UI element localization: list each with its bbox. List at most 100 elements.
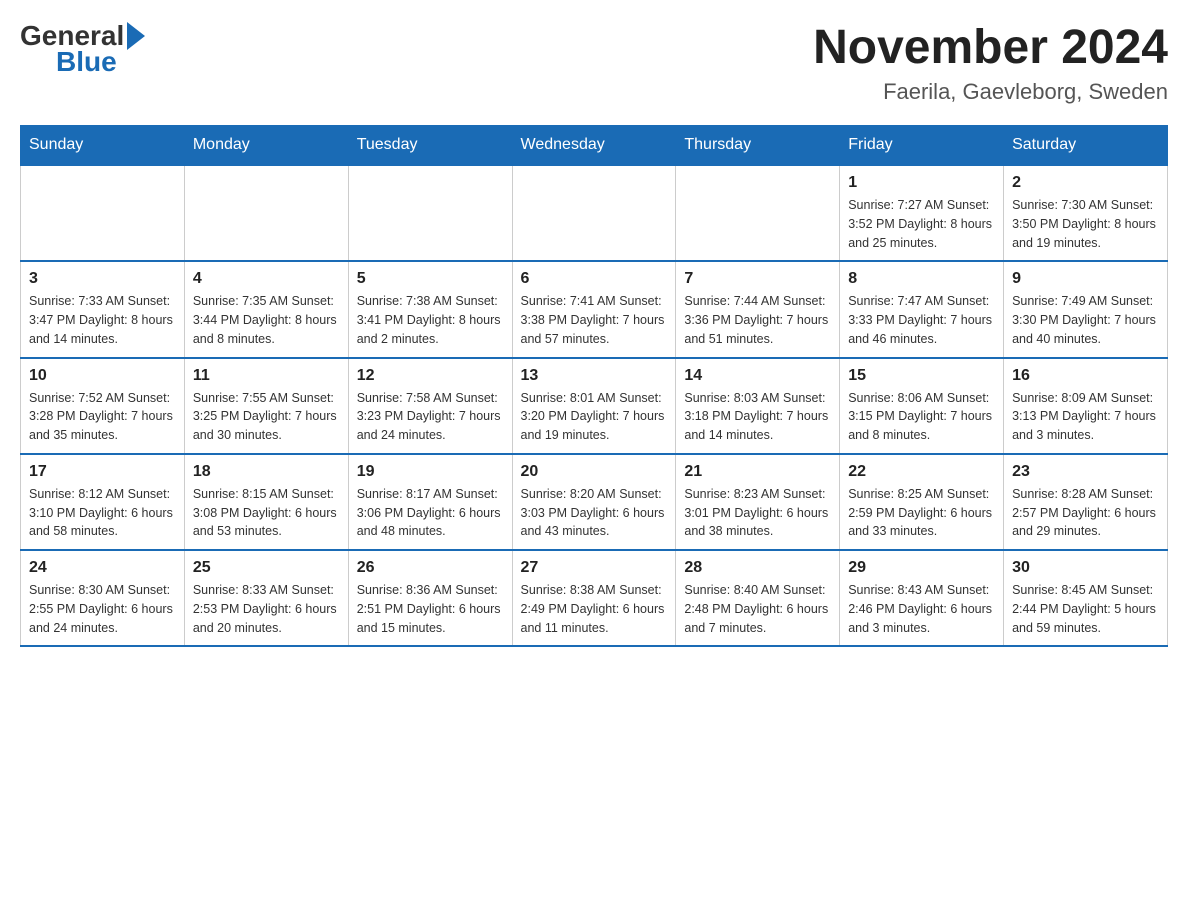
calendar-cell: 25 Sunrise: 8:33 AM Sunset: 2:53 PM Dayli… — [184, 550, 348, 646]
day-info: Sunrise: 7:30 AM Sunset: 3:50 PM Dayligh… — [1012, 196, 1159, 252]
calendar-cell: 16Sunrise: 8:09 AM Sunset: 3:13 PM Dayli… — [1004, 358, 1168, 454]
day-info: Sunrise: 8:33 AM Sunset: 2:53 PM Dayligh… — [193, 581, 340, 637]
calendar-cell: 3 Sunrise: 7:33 AM Sunset: 3:47 PM Daylig… — [21, 261, 185, 357]
calendar-cell: 23 Sunrise: 8:28 AM Sunset: 2:57 PM Dayli… — [1004, 454, 1168, 550]
day-number: 6 — [521, 270, 668, 288]
calendar-cell: 15Sunrise: 8:06 AM Sunset: 3:15 PM Dayli… — [840, 358, 1004, 454]
calendar-week-row: 10 Sunrise: 7:52 AM Sunset: 3:28 PM Dayli… — [21, 358, 1168, 454]
day-number: 18 — [193, 463, 340, 481]
day-number: 19 — [357, 463, 504, 481]
page-header: General Blue November 2024 Faerila, Gaev… — [20, 20, 1168, 105]
day-number: 13 — [521, 367, 668, 385]
day-number: 26 — [357, 559, 504, 577]
calendar-cell: 20 Sunrise: 8:20 AM Sunset: 3:03 PM Dayli… — [512, 454, 676, 550]
calendar-cell: 17Sunrise: 8:12 AM Sunset: 3:10 PM Dayli… — [21, 454, 185, 550]
day-number: 20 — [521, 463, 668, 481]
day-info: Sunrise: 8:09 AM Sunset: 3:13 PM Dayligh… — [1012, 389, 1159, 445]
day-info: Sunrise: 7:33 AM Sunset: 3:47 PM Dayligh… — [29, 292, 176, 348]
day-info: Sunrise: 7:58 AM Sunset: 3:23 PM Dayligh… — [357, 389, 504, 445]
calendar-cell — [512, 165, 676, 261]
calendar-week-row: 1Sunrise: 7:27 AM Sunset: 3:52 PM Daylig… — [21, 165, 1168, 261]
location-subtitle: Faerila, Gaevleborg, Sweden — [813, 79, 1168, 105]
weekday-header-monday: Monday — [184, 126, 348, 166]
day-info: Sunrise: 8:30 AM Sunset: 2:55 PM Dayligh… — [29, 581, 176, 637]
calendar-cell — [676, 165, 840, 261]
day-number: 4 — [193, 270, 340, 288]
calendar-cell — [21, 165, 185, 261]
day-info: Sunrise: 8:17 AM Sunset: 3:06 PM Dayligh… — [357, 485, 504, 541]
calendar-cell — [348, 165, 512, 261]
calendar-cell: 24Sunrise: 8:30 AM Sunset: 2:55 PM Dayli… — [21, 550, 185, 646]
calendar-cell: 12 Sunrise: 7:58 AM Sunset: 3:23 PM Dayli… — [348, 358, 512, 454]
calendar-cell — [184, 165, 348, 261]
calendar-cell: 19 Sunrise: 8:17 AM Sunset: 3:06 PM Dayli… — [348, 454, 512, 550]
day-number: 27 — [521, 559, 668, 577]
calendar-week-row: 3 Sunrise: 7:33 AM Sunset: 3:47 PM Daylig… — [21, 261, 1168, 357]
day-info: Sunrise: 8:36 AM Sunset: 2:51 PM Dayligh… — [357, 581, 504, 637]
day-number: 23 — [1012, 463, 1159, 481]
calendar-week-row: 24Sunrise: 8:30 AM Sunset: 2:55 PM Dayli… — [21, 550, 1168, 646]
title-block: November 2024 Faerila, Gaevleborg, Swede… — [813, 20, 1168, 105]
calendar-cell: 27 Sunrise: 8:38 AM Sunset: 2:49 PM Dayli… — [512, 550, 676, 646]
weekday-header-friday: Friday — [840, 126, 1004, 166]
day-info: Sunrise: 8:38 AM Sunset: 2:49 PM Dayligh… — [521, 581, 668, 637]
day-number: 8 — [848, 270, 995, 288]
calendar-week-row: 17Sunrise: 8:12 AM Sunset: 3:10 PM Dayli… — [21, 454, 1168, 550]
day-info: Sunrise: 8:15 AM Sunset: 3:08 PM Dayligh… — [193, 485, 340, 541]
day-number: 15 — [848, 367, 995, 385]
day-info: Sunrise: 7:55 AM Sunset: 3:25 PM Dayligh… — [193, 389, 340, 445]
calendar-cell: 14 Sunrise: 8:03 AM Sunset: 3:18 PM Dayli… — [676, 358, 840, 454]
day-info: Sunrise: 8:28 AM Sunset: 2:57 PM Dayligh… — [1012, 485, 1159, 541]
day-info: Sunrise: 8:20 AM Sunset: 3:03 PM Dayligh… — [521, 485, 668, 541]
day-number: 14 — [684, 367, 831, 385]
day-number: 30 — [1012, 559, 1159, 577]
day-info: Sunrise: 7:41 AM Sunset: 3:38 PM Dayligh… — [521, 292, 668, 348]
calendar-cell: 26 Sunrise: 8:36 AM Sunset: 2:51 PM Dayli… — [348, 550, 512, 646]
day-number: 10 — [29, 367, 176, 385]
day-info: Sunrise: 7:35 AM Sunset: 3:44 PM Dayligh… — [193, 292, 340, 348]
calendar-cell: 1Sunrise: 7:27 AM Sunset: 3:52 PM Daylig… — [840, 165, 1004, 261]
day-number: 1 — [848, 174, 995, 192]
calendar-cell: 8Sunrise: 7:47 AM Sunset: 3:33 PM Daylig… — [840, 261, 1004, 357]
logo-blue-text: Blue — [56, 46, 117, 78]
calendar-cell: 21 Sunrise: 8:23 AM Sunset: 3:01 PM Dayli… — [676, 454, 840, 550]
calendar-table: SundayMondayTuesdayWednesdayThursdayFrid… — [20, 125, 1168, 647]
day-info: Sunrise: 8:23 AM Sunset: 3:01 PM Dayligh… — [684, 485, 831, 541]
calendar-cell: 29 Sunrise: 8:43 AM Sunset: 2:46 PM Dayli… — [840, 550, 1004, 646]
calendar-cell: 9 Sunrise: 7:49 AM Sunset: 3:30 PM Daylig… — [1004, 261, 1168, 357]
calendar-cell: 22Sunrise: 8:25 AM Sunset: 2:59 PM Dayli… — [840, 454, 1004, 550]
day-info: Sunrise: 8:43 AM Sunset: 2:46 PM Dayligh… — [848, 581, 995, 637]
weekday-header-sunday: Sunday — [21, 126, 185, 166]
weekday-header-tuesday: Tuesday — [348, 126, 512, 166]
month-year-title: November 2024 — [813, 20, 1168, 75]
weekday-header-saturday: Saturday — [1004, 126, 1168, 166]
day-number: 25 — [193, 559, 340, 577]
day-number: 11 — [193, 367, 340, 385]
day-info: Sunrise: 7:38 AM Sunset: 3:41 PM Dayligh… — [357, 292, 504, 348]
calendar-cell: 28Sunrise: 8:40 AM Sunset: 2:48 PM Dayli… — [676, 550, 840, 646]
logo: General Blue — [20, 20, 145, 78]
day-number: 21 — [684, 463, 831, 481]
day-info: Sunrise: 8:45 AM Sunset: 2:44 PM Dayligh… — [1012, 581, 1159, 637]
day-number: 2 — [1012, 174, 1159, 192]
calendar-cell: 6 Sunrise: 7:41 AM Sunset: 3:38 PM Daylig… — [512, 261, 676, 357]
day-info: Sunrise: 8:01 AM Sunset: 3:20 PM Dayligh… — [521, 389, 668, 445]
calendar-cell: 10 Sunrise: 7:52 AM Sunset: 3:28 PM Dayli… — [21, 358, 185, 454]
weekday-header-wednesday: Wednesday — [512, 126, 676, 166]
day-info: Sunrise: 8:03 AM Sunset: 3:18 PM Dayligh… — [684, 389, 831, 445]
weekday-header-thursday: Thursday — [676, 126, 840, 166]
day-info: Sunrise: 8:25 AM Sunset: 2:59 PM Dayligh… — [848, 485, 995, 541]
day-info: Sunrise: 7:44 AM Sunset: 3:36 PM Dayligh… — [684, 292, 831, 348]
calendar-cell: 13 Sunrise: 8:01 AM Sunset: 3:20 PM Dayli… — [512, 358, 676, 454]
day-number: 3 — [29, 270, 176, 288]
calendar-cell: 18 Sunrise: 8:15 AM Sunset: 3:08 PM Dayli… — [184, 454, 348, 550]
day-number: 29 — [848, 559, 995, 577]
day-number: 12 — [357, 367, 504, 385]
day-info: Sunrise: 7:52 AM Sunset: 3:28 PM Dayligh… — [29, 389, 176, 445]
day-number: 5 — [357, 270, 504, 288]
day-info: Sunrise: 8:12 AM Sunset: 3:10 PM Dayligh… — [29, 485, 176, 541]
day-number: 9 — [1012, 270, 1159, 288]
calendar-cell: 5 Sunrise: 7:38 AM Sunset: 3:41 PM Daylig… — [348, 261, 512, 357]
day-info: Sunrise: 7:49 AM Sunset: 3:30 PM Dayligh… — [1012, 292, 1159, 348]
calendar-cell: 4 Sunrise: 7:35 AM Sunset: 3:44 PM Daylig… — [184, 261, 348, 357]
